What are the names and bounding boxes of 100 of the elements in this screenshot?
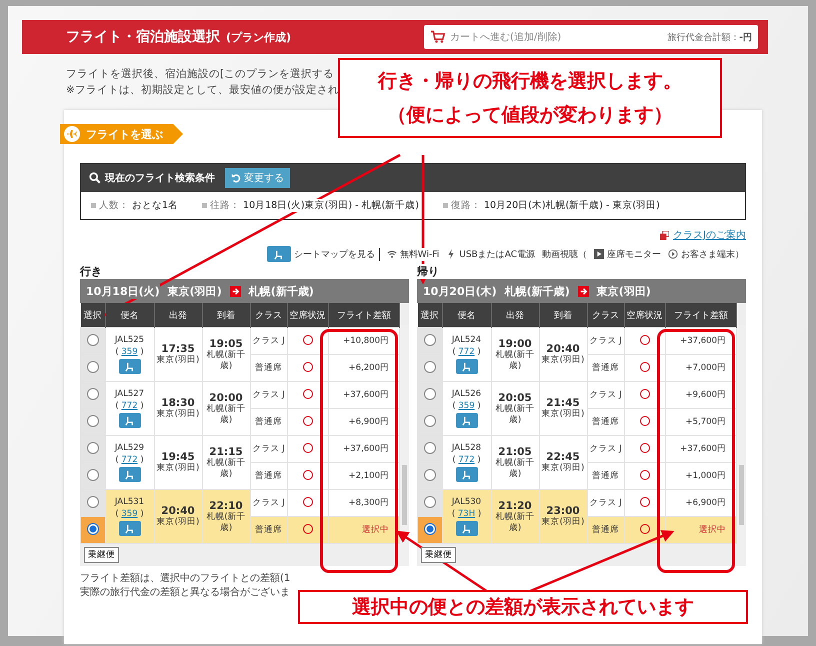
radio-button[interactable]	[86, 442, 99, 454]
class-cell: 普通席	[587, 516, 624, 544]
aircraft-link[interactable]: 359	[121, 508, 138, 518]
departure-time: 21:05	[497, 446, 533, 458]
aircraft-link[interactable]: 359	[121, 346, 138, 356]
seat-map-button[interactable]	[118, 520, 140, 536]
available-icon	[640, 388, 650, 398]
radio-button[interactable]	[424, 360, 436, 372]
seat-map-button[interactable]	[456, 466, 478, 482]
change-button[interactable]: 変更する	[225, 168, 290, 188]
available-icon	[302, 524, 312, 534]
arrival-airport: 東京(羽田)	[540, 517, 586, 528]
column-header: 便名	[442, 303, 491, 328]
seat-map-button[interactable]	[118, 358, 140, 374]
class-cell: 普通席	[250, 462, 287, 490]
legend-label: USBまたはAC電源	[459, 248, 535, 260]
seat-map-button[interactable]	[118, 466, 140, 482]
radio-button[interactable]	[86, 496, 99, 508]
condition-label: 人数：	[99, 199, 129, 212]
available-icon	[302, 496, 312, 506]
aircraft-link[interactable]: 772	[121, 454, 138, 464]
arrival-airport: 札幌(新千歳)	[205, 458, 247, 480]
intro-text: ※フライトは、初期設定として、最安値の便が設定され	[66, 83, 339, 98]
radio-button[interactable]	[424, 414, 436, 426]
departure-time: 19:00	[497, 338, 533, 350]
class-j-link[interactable]: クラスJのご案内	[673, 228, 746, 242]
bracket: )	[140, 400, 144, 410]
seat-map-button[interactable]	[118, 412, 140, 428]
arrival-time: 20:40	[545, 343, 581, 355]
bracket: (	[452, 346, 456, 356]
radio-button[interactable]	[424, 522, 436, 534]
seat-map-button[interactable]	[456, 412, 478, 428]
seat-map-button[interactable]	[266, 246, 291, 262]
bracket: (	[115, 346, 119, 356]
direction-label: 帰り	[417, 264, 439, 279]
radio-button[interactable]	[424, 334, 436, 346]
departure-airport: 札幌(新千歳)	[494, 512, 536, 534]
aircraft-link[interactable]: 772	[458, 346, 475, 356]
price-difference-cell: +37,600円	[665, 328, 736, 354]
departure-airport: 東京(羽田)	[156, 517, 200, 528]
search-icon	[89, 172, 101, 184]
bracket: )	[140, 508, 144, 518]
seat-icon	[124, 360, 135, 372]
class-cell: 普通席	[587, 462, 624, 490]
column-header: 便名	[105, 303, 154, 328]
column-header: 到着	[202, 303, 250, 328]
legend-label: 動画視聴（	[542, 248, 587, 260]
seat-map-button[interactable]	[456, 520, 478, 536]
aircraft-link[interactable]: 772	[458, 454, 475, 464]
arrival-airport: 東京(羽田)	[540, 463, 586, 474]
price-difference-cell: +10,800円	[328, 328, 400, 354]
legend-label: 座席モニター	[607, 248, 661, 260]
bracket: )	[477, 400, 481, 410]
departure-time: 19:45	[160, 451, 196, 463]
callout-text: 行き・帰りの飛行機を選択します。	[376, 69, 683, 94]
seat-map-button[interactable]	[456, 358, 478, 374]
column-header: クラス	[250, 303, 287, 328]
radio-button[interactable]	[86, 334, 99, 346]
callout-text: （便によって値段が変わります）	[386, 103, 674, 128]
flight-number: JAL529	[114, 442, 146, 452]
radio-button[interactable]	[424, 442, 436, 454]
radio-button[interactable]	[86, 414, 99, 426]
aircraft-link[interactable]: 73H	[458, 508, 476, 518]
wifi-icon	[386, 249, 397, 259]
radio-button[interactable]	[86, 468, 99, 480]
departure-time: 17:35	[160, 343, 196, 355]
cart-link[interactable]: カートへ進む(追加/削除)	[450, 30, 668, 44]
aircraft-link[interactable]: 772	[121, 400, 138, 410]
flight-date: 10月20日(木)	[423, 284, 497, 298]
seat-icon	[461, 414, 472, 426]
seat-icon	[124, 414, 135, 426]
right-arrow-icon	[230, 286, 241, 296]
callout-text: 選択中の便との差額が表示されています	[351, 595, 695, 620]
departure-airport: 東京(羽田)	[156, 463, 200, 474]
note-text: 実際の旅行代金の差額と異なる場合がございま	[80, 586, 291, 600]
column-header: 選択	[80, 303, 105, 328]
radio-button[interactable]	[86, 388, 99, 400]
radio-button[interactable]	[86, 360, 99, 372]
search-title: 現在のフライト検索条件	[105, 172, 215, 185]
radio-button[interactable]	[424, 468, 436, 480]
radio-button[interactable]	[424, 496, 436, 508]
destination: 東京(羽田)	[596, 284, 651, 298]
connecting-flight-button[interactable]: 乗継便	[421, 547, 456, 563]
radio-button[interactable]	[424, 388, 436, 400]
seat-icon	[124, 522, 135, 534]
class-cell: 普通席	[250, 354, 287, 382]
arrival-airport: 札幌(新千歳)	[205, 350, 247, 372]
column-header: 到着	[539, 303, 587, 328]
column-header: フライト差額	[328, 303, 400, 328]
departure-time: 20:40	[160, 505, 196, 517]
cart-icon[interactable]	[430, 30, 446, 44]
radio-button[interactable]	[86, 522, 99, 534]
class-cell: クラス J	[587, 436, 624, 462]
right-arrow-icon	[578, 286, 589, 296]
connecting-flight-button[interactable]: 乗継便	[84, 547, 119, 563]
total-label: 旅行代金合計額：	[667, 32, 740, 44]
direction-label: 行き	[80, 264, 102, 279]
class-cell: クラス J	[250, 382, 287, 408]
aircraft-link[interactable]: 359	[458, 400, 475, 410]
flight-number: JAL531	[114, 496, 146, 506]
